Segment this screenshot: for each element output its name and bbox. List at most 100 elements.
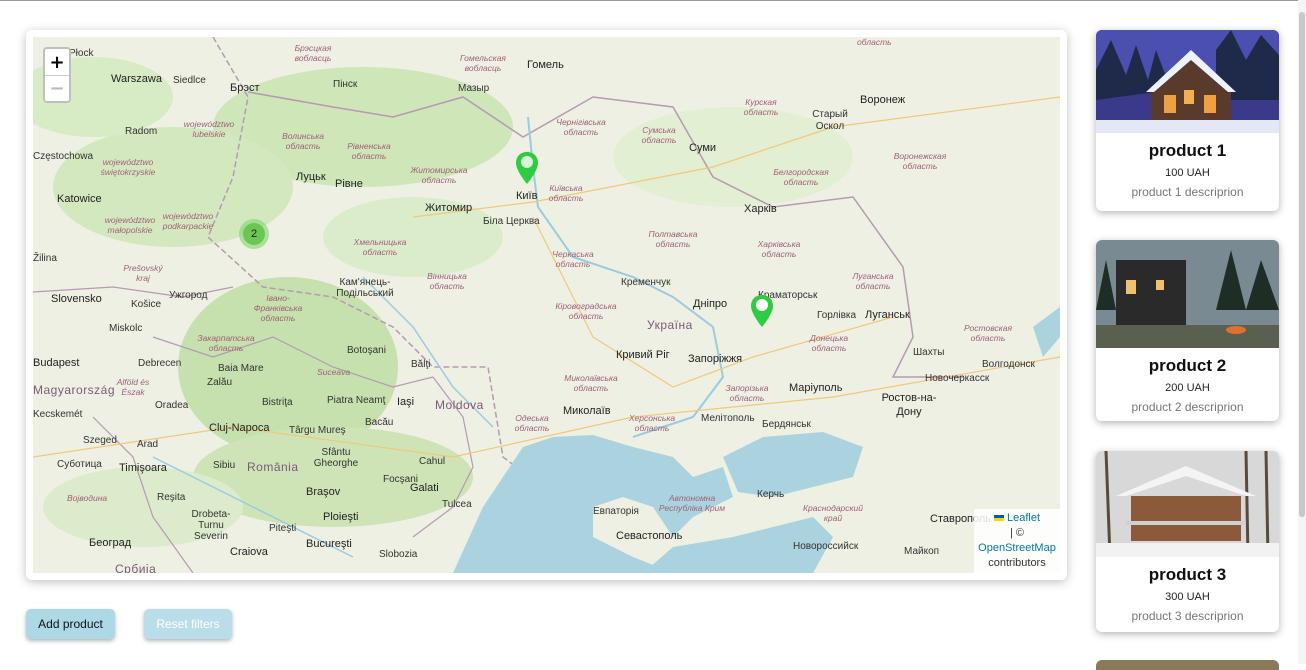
map-label: Timişoara	[119, 462, 167, 474]
product-card[interactable]: product 1 100 UAH product 1 descriprion	[1096, 30, 1279, 211]
map-label: Magyarország	[33, 383, 116, 397]
map-label: Београд	[89, 537, 132, 549]
zoom-out-button[interactable]: −	[45, 75, 69, 101]
product-image	[1096, 240, 1279, 348]
region-label: Черкаська область	[552, 249, 594, 269]
map-attribution: Leaflet | © OpenStreetMap contributors	[974, 509, 1060, 573]
product-name: product 3	[1148, 565, 1227, 584]
map-label: Sibiu	[213, 460, 236, 471]
map-label: Tulcea	[442, 499, 472, 510]
zoom-in-button[interactable]: +	[45, 49, 69, 75]
region-label: Луганська область	[852, 271, 894, 291]
map-label: Debrecen	[138, 358, 182, 369]
map-label: Cluj-Napoca	[209, 422, 270, 434]
map-label: Суботица	[57, 459, 102, 470]
map-label: Warszawa	[111, 73, 162, 85]
region-label: область	[857, 37, 892, 47]
product-image	[1096, 451, 1279, 557]
map-marker-icon[interactable]	[515, 151, 539, 185]
map-label: Budapest	[33, 357, 80, 369]
map-label: Bistriţa	[262, 397, 293, 408]
map-label: Біла Церква	[483, 216, 540, 227]
product-description: product 3 descriprion	[1131, 609, 1244, 623]
map-label: Bacău	[365, 417, 394, 428]
map-label: Iaşi	[397, 396, 415, 408]
map-card: Warszawa Siedlce Брэст Пінск Мазыр Гомел…	[26, 30, 1067, 580]
map-marker-icon[interactable]	[750, 294, 774, 328]
map-label: Moldova	[435, 398, 484, 412]
region-label: Івано-Франківська область	[253, 293, 303, 323]
product-image	[1096, 30, 1279, 133]
region-label: województwo świętokrzyskie	[100, 157, 156, 177]
map-label: Керчь	[757, 489, 785, 500]
map-label: Craiova	[230, 546, 268, 558]
map-label: Częstochowa	[33, 151, 94, 162]
map-label: Sfântu Gheorghe	[313, 447, 359, 469]
map-label: Запоріжжя	[688, 353, 743, 365]
reset-filters-button[interactable]: Reset filters	[144, 609, 232, 639]
region-label: Автономна Республіка Крим	[658, 493, 726, 513]
map-label: Ужгород	[169, 290, 208, 301]
product-card[interactable]: product 3 300 UAH product 3 descriprion	[1096, 451, 1279, 632]
map-label: Новочеркасск	[925, 373, 990, 384]
map-label: Евпаторія	[593, 506, 639, 517]
map-label: Суми	[689, 142, 717, 154]
map-label: Кременчук	[621, 277, 671, 288]
map-label: Katowice	[57, 193, 102, 205]
region-label: Полтавська область	[648, 229, 698, 249]
map-label: Siedlce	[173, 75, 206, 86]
map-label: Кривий Ріг	[616, 349, 670, 361]
marker-cluster[interactable]: 2	[239, 219, 269, 249]
map-label: Ploieşti	[323, 511, 359, 523]
map-view[interactable]: Warszawa Siedlce Брэст Пінск Мазыр Гомел…	[33, 37, 1060, 573]
map-label: Zalău	[207, 377, 233, 388]
region-label: Брэсцкая вобласць	[294, 43, 332, 63]
map-label: Житомир	[425, 202, 473, 214]
region-label: Кіровоградська область	[555, 301, 617, 321]
page-scrollbar[interactable]	[1298, 0, 1306, 664]
map-label: Płock	[69, 48, 94, 59]
region-label: Житомирська область	[410, 165, 468, 185]
map-label: Дніпро	[693, 298, 728, 310]
region-label: Донецька область	[809, 333, 849, 353]
product-card[interactable]: product 2 200 UAH product 2 descriprion	[1096, 240, 1279, 421]
map-label: Kecskemét	[33, 409, 83, 420]
map-label: Cahul	[419, 456, 446, 467]
region-label: województwo podkarpackie	[162, 211, 214, 231]
scrollbar-thumb[interactable]	[1299, 12, 1305, 517]
map-label: Шахты	[913, 347, 945, 358]
attribution-contributors: contributors	[988, 557, 1046, 569]
ukraine-flag-icon	[993, 515, 1004, 522]
product-description: product 2 descriprion	[1131, 400, 1244, 414]
map-label: Воронеж	[860, 94, 906, 106]
map-label: Бердянськ	[762, 419, 811, 430]
product-card-partial	[1096, 660, 1279, 670]
map-label: Старый Оскол	[812, 109, 848, 132]
region-label: Гомельская вобласць	[460, 53, 506, 73]
map-label: Drobeta-Turnu Severin	[191, 509, 231, 542]
openstreetmap-link[interactable]: OpenStreetMap	[976, 541, 1058, 556]
region-label: Волинська область	[282, 131, 324, 151]
map-label: Galati	[410, 482, 439, 494]
map-label: Брэст	[230, 82, 260, 94]
region-label: Војводина	[67, 493, 108, 503]
add-product-button[interactable]: Add product	[26, 609, 115, 639]
region-label: Хмельницька область	[353, 237, 407, 257]
region-label: województwo lubelskie	[183, 119, 235, 139]
region-label: Белгородская область	[773, 167, 829, 187]
map-label: Baia Mare	[218, 363, 264, 374]
region-label: Prešovský kraj	[123, 263, 163, 283]
product-price: 300 UAH	[1165, 591, 1210, 603]
map-label: Харків	[744, 203, 777, 215]
map-label: Миколаїв	[563, 405, 611, 417]
map-label: Târgu Mureş	[289, 425, 346, 436]
region-label: Курская область	[743, 97, 779, 117]
region-label: Закарпатська область	[197, 333, 255, 353]
region-label: Краснодарский край	[803, 503, 863, 523]
product-name: product 2	[1148, 356, 1227, 375]
leaflet-link[interactable]: Leaflet	[1007, 512, 1040, 524]
map-label: Žilina	[33, 253, 57, 264]
map-label: Szeged	[83, 435, 117, 446]
map-label: Radom	[125, 126, 158, 137]
region-label: Вінницька область	[427, 271, 467, 291]
